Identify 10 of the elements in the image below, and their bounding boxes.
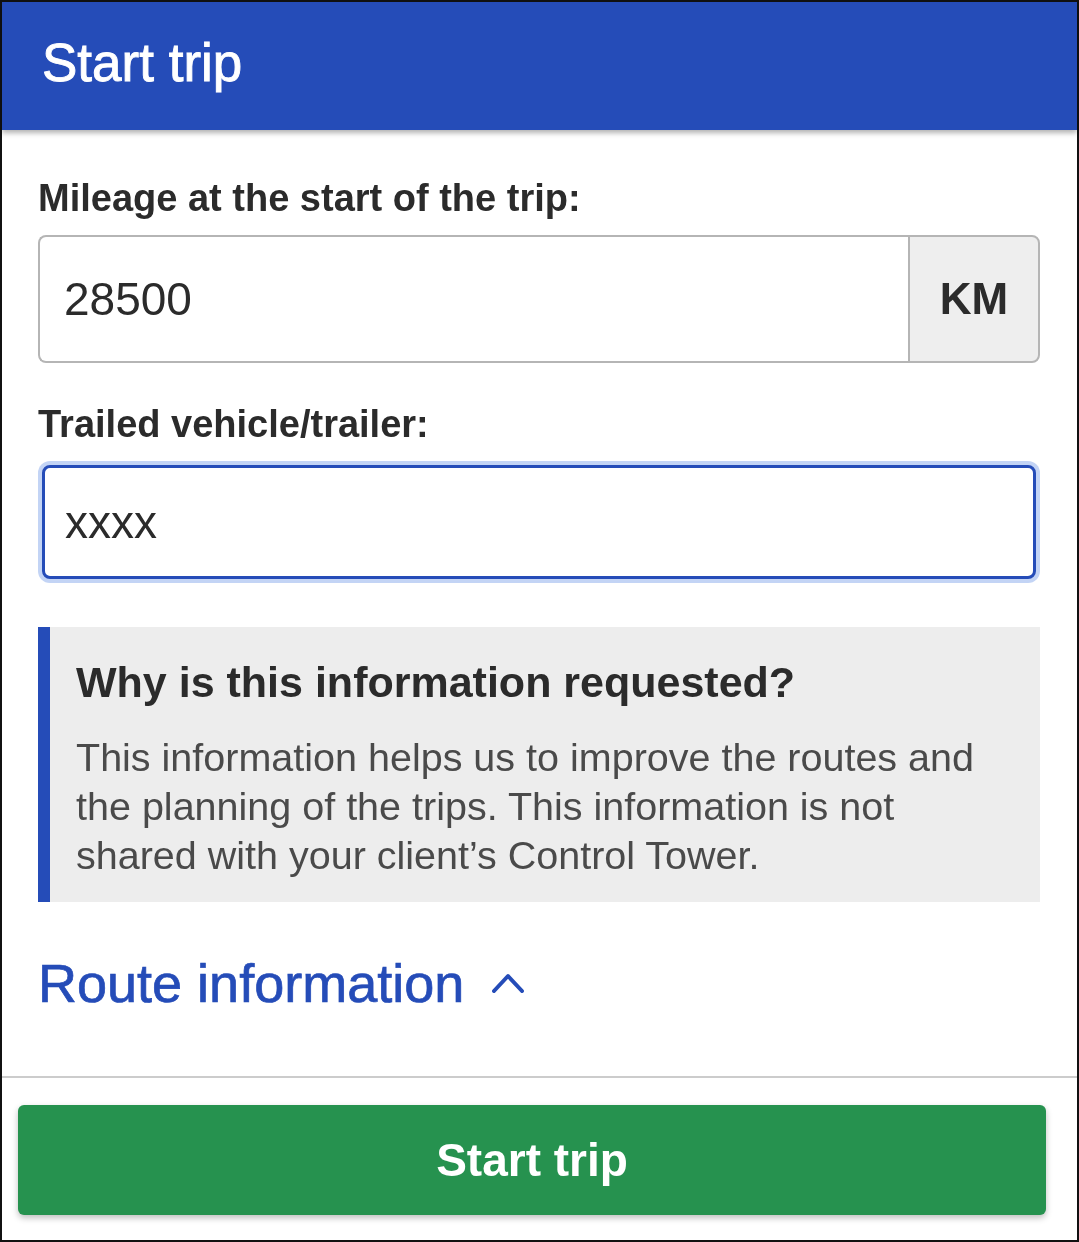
input-field[interactable]: 28500 bbox=[38, 235, 908, 363]
unit-label: KM bbox=[908, 235, 1040, 363]
route-info-toggle[interactable]: Route information bbox=[38, 952, 525, 1014]
start-trip-button[interactable]: Start trip bbox=[18, 1105, 1046, 1215]
field-label: Mileage at the start of the trip: bbox=[38, 177, 582, 219]
info-heading: Why is this information requested? bbox=[76, 657, 797, 707]
field-label: Trailed vehicle/trailer: bbox=[38, 403, 430, 445]
input-field[interactable]: xxxx bbox=[42, 465, 1036, 579]
page-title: Start trip bbox=[42, 33, 243, 94]
info-text: This information helps us to improve the routes and the planning of the trips. This information is not shared with your client’s Control Tower. bbox=[76, 734, 975, 879]
